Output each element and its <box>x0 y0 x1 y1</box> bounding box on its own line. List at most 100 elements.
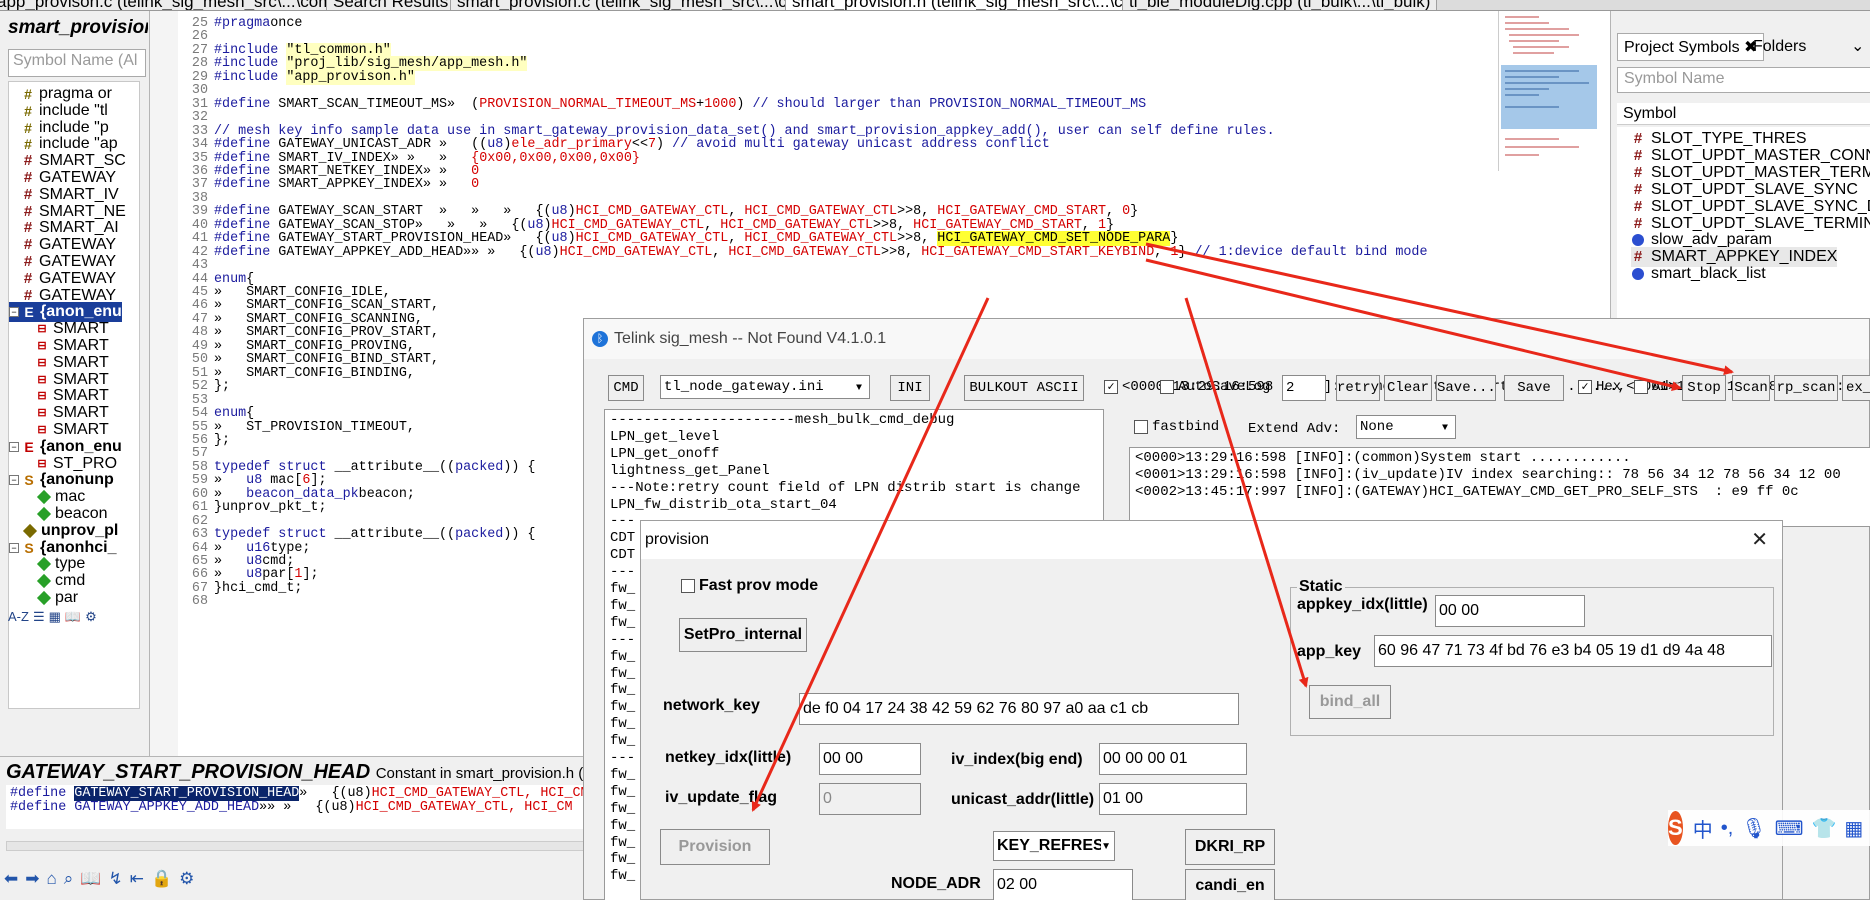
tab-search-results[interactable]: Search Results <box>326 0 456 10</box>
command-list-item[interactable]: fw_ <box>610 699 635 716</box>
fast-prov-checkbox[interactable]: Fast prov mode <box>681 577 818 595</box>
ime-language[interactable]: 中 <box>1693 814 1713 843</box>
command-list-item[interactable]: ---Note:retry count field of LPN distrib… <box>610 480 1080 497</box>
command-list-item[interactable]: fw_ <box>610 767 635 784</box>
command-list-item[interactable]: LPN_get_level <box>610 429 719 446</box>
sort-az-icon[interactable]: A-Z <box>8 609 29 624</box>
lock-icon[interactable]: 🔒 <box>151 869 172 888</box>
back-arrow-icon[interactable]: ⬅ <box>4 869 18 888</box>
adv-checkbox[interactable]: Adv <box>1634 379 1677 395</box>
command-list-item[interactable]: fw_ <box>610 733 635 750</box>
command-list-item[interactable]: fw_ <box>610 615 635 632</box>
dkri-rp-button[interactable]: DKRI_RP <box>1185 829 1275 865</box>
app-key-input[interactable]: 60 96 47 71 73 4f bd 76 e3 b4 05 19 d1 d… <box>1374 635 1772 667</box>
ime-punctuation[interactable]: •, <box>1721 817 1734 840</box>
appkey-idx-input[interactable]: 00 00 <box>1435 595 1585 627</box>
category-icon[interactable]: ▦ <box>49 609 61 624</box>
bulkout-ascii-button[interactable]: BULKOUT ASCII <box>964 375 1084 401</box>
clear-button[interactable]: Clear <box>1384 375 1432 401</box>
symbol-tree-item[interactable]: par <box>35 588 78 608</box>
collapse-toggle-icon[interactable]: − <box>9 441 19 452</box>
book-icon[interactable]: 📖 <box>80 869 101 888</box>
symbol-column-header[interactable]: Symbol <box>1617 103 1870 125</box>
command-list-item[interactable]: fw_ <box>610 649 635 666</box>
project-symbol-item[interactable]: smart_black_list <box>1631 264 1766 284</box>
list-view-icon[interactable]: ☰ <box>33 609 45 624</box>
command-list-item[interactable]: --- <box>610 513 635 530</box>
symbol-search-input[interactable]: Symbol Name (Al <box>8 49 146 77</box>
command-list-item[interactable]: fw_ <box>610 868 635 885</box>
ini-file-select[interactable]: tl_node_gateway.ini ▼ <box>660 375 870 399</box>
indent-icon[interactable]: ⇤ <box>130 869 144 888</box>
bind-all-button[interactable]: bind_all <box>1309 685 1391 719</box>
ini-button[interactable]: INI <box>890 375 930 401</box>
project-symbol-search-input[interactable]: Symbol Name <box>1617 67 1870 93</box>
autosavelog-checkbox[interactable]: AutoSaveLog <box>1160 379 1270 395</box>
stop-button[interactable]: Stop <box>1682 375 1726 401</box>
fastbind-checkbox[interactable]: fastbind <box>1134 419 1219 435</box>
horizontal-scrollbar[interactable] <box>6 841 586 851</box>
setpro-internal-button[interactable]: SetPro_internal <box>679 618 807 652</box>
jump-icon[interactable]: ⌂ <box>47 869 57 888</box>
tab-folders[interactable]: Folders <box>1747 33 1812 61</box>
command-list-item[interactable]: --- <box>610 564 635 581</box>
command-list-item[interactable]: fw_ <box>610 801 635 818</box>
chevron-down-icon[interactable]: ⌄ <box>1845 33 1870 61</box>
command-list-item[interactable]: fw_ <box>610 716 635 733</box>
tab-app-provison-c[interactable]: app_provison.c (telink_sig_mesh_src\...\… <box>0 0 379 10</box>
save-as-button[interactable]: Save... <box>1436 375 1496 401</box>
chevron-down-icon[interactable]: ▼ <box>1437 418 1453 438</box>
command-list-item[interactable]: lightness_get_Panel <box>610 463 770 480</box>
command-list-item[interactable]: --- <box>610 750 635 767</box>
save-button[interactable]: Save <box>1504 375 1564 401</box>
command-list-item[interactable]: LPN_get_onoff <box>610 446 719 463</box>
tab-project-symbols[interactable]: Project Symbols ✖ <box>1617 33 1765 61</box>
node-adr-input[interactable]: 02 00 <box>993 869 1133 900</box>
chevron-down-icon[interactable]: ▼ <box>1101 841 1111 852</box>
iv-index-input[interactable]: 00 00 00 01 <box>1099 743 1247 775</box>
command-list-item[interactable]: CDT <box>610 530 635 547</box>
menu-grid-icon[interactable]: ▦ <box>1844 816 1863 841</box>
command-list-item[interactable]: ----------------------mesh_bulk_cmd_debu… <box>610 412 954 429</box>
forward-arrow-icon[interactable]: ➡ <box>25 869 39 888</box>
lookup-icon[interactable]: ⌕ <box>64 869 74 888</box>
command-list-item[interactable]: CDT <box>610 547 635 564</box>
ex-button[interactable]: ex_ <box>1842 375 1870 401</box>
command-list-item[interactable]: fw_ <box>610 581 635 598</box>
retry-count-input[interactable]: 2 <box>1282 375 1326 401</box>
command-list-item[interactable]: LPN_fw_distrib_ota_start_04 <box>610 497 837 514</box>
ime-toolbar[interactable]: S 中 •, 🎙 ⌨ 👕 ▦ <box>1668 810 1870 846</box>
command-list-item[interactable]: fw_ <box>610 835 635 852</box>
extend-adv-select[interactable]: None ▼ <box>1356 415 1456 439</box>
command-list-item[interactable]: fw_ <box>610 818 635 835</box>
wrap-icon[interactable]: ↯ <box>108 869 122 888</box>
chevron-down-icon[interactable]: ▼ <box>851 378 867 398</box>
context-code[interactable]: #define GATEWAY_START_PROVISION_HEAD» {(… <box>6 785 596 829</box>
retry-button[interactable]: retry <box>1336 375 1380 401</box>
skin-icon[interactable]: 👕 <box>1812 816 1837 841</box>
network-key-input[interactable]: de f0 04 17 24 38 42 59 62 76 80 97 a0 a… <box>799 693 1239 725</box>
hex-checkbox[interactable]: ✓ Hex <box>1578 379 1621 395</box>
log-output[interactable]: <0000>13:29:16:598 [INFO]:(common)System… <box>1129 447 1870 527</box>
book-icon[interactable]: 📖 <box>65 609 81 624</box>
tab-tl-ble-moduledlg-cpp[interactable]: tl_ble_moduleDlg.cpp (tl_bulk\...\tl_bul… <box>1122 0 1438 10</box>
netkey-idx-input[interactable]: 00 00 <box>819 743 921 775</box>
microphone-icon[interactable]: 🎙 <box>1741 816 1766 841</box>
provision-button[interactable]: Provision <box>660 829 770 865</box>
command-list-item[interactable]: fw_ <box>610 682 635 699</box>
candi-en-button[interactable]: candi_en <box>1185 869 1275 900</box>
rp-scan-button[interactable]: rp_scan <box>1774 375 1838 401</box>
collapse-toggle-icon[interactable]: − <box>9 307 19 318</box>
collapse-toggle-icon[interactable]: − <box>9 475 19 486</box>
scan-button[interactable]: Scan <box>1732 375 1770 401</box>
key-refresh-select[interactable]: KEY_REFRESH▼ <box>993 831 1115 861</box>
iv-update-flag-input[interactable]: 0 <box>819 783 921 815</box>
command-list-item[interactable]: fw_ <box>610 598 635 615</box>
collapse-toggle-icon[interactable]: − <box>9 542 19 553</box>
overview-minimap[interactable] <box>1498 11 1598 171</box>
command-list-item[interactable]: --- <box>610 632 635 649</box>
settings-icon[interactable]: ⚙ <box>179 869 194 888</box>
project-symbol-list[interactable]: # SLOT_TYPE_THRES # SLOT_UPDT_MASTER_CONN # S… <box>1617 127 1870 327</box>
command-list-item[interactable]: fw_ <box>610 851 635 868</box>
command-list-item[interactable]: fw_ <box>610 666 635 683</box>
